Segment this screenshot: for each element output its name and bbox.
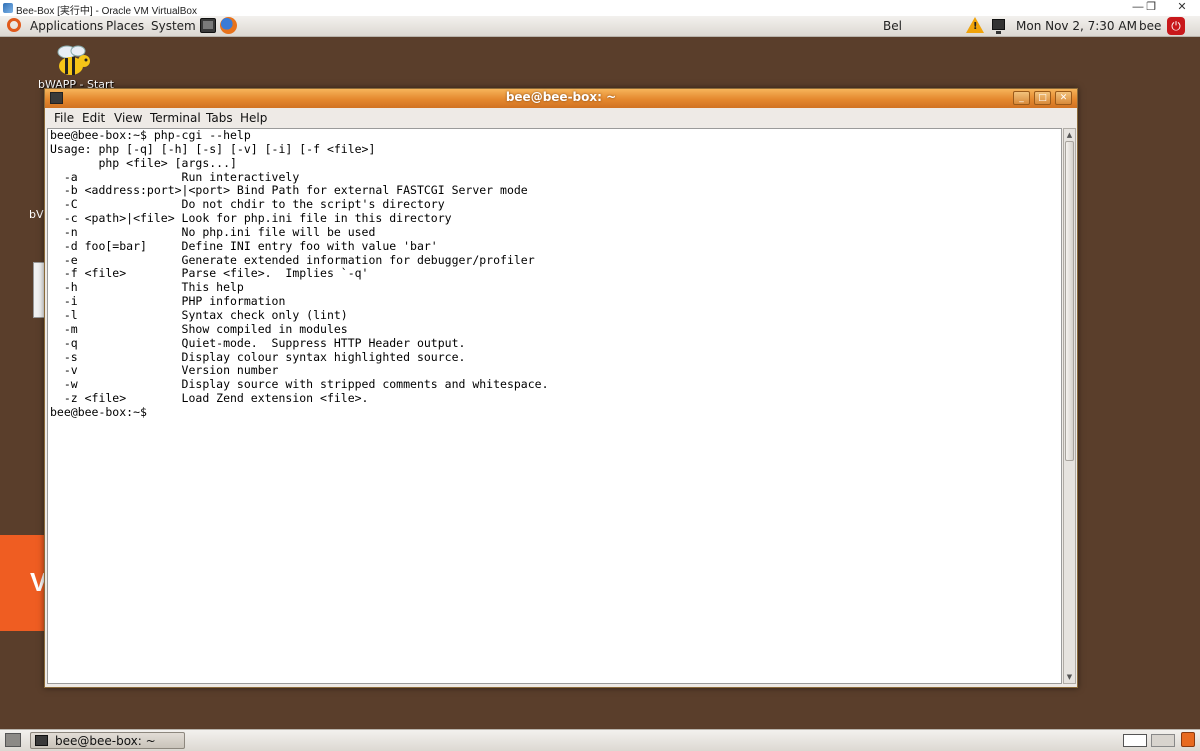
terminal-scrollbar[interactable]: ▲ ▼ — [1063, 128, 1076, 684]
menu-file[interactable]: File — [54, 111, 74, 125]
menu-tabs[interactable]: Tabs — [206, 111, 233, 125]
terminal-line: -f <file> Parse <file>. Implies `-q' — [50, 266, 369, 281]
network-icon[interactable] — [992, 19, 1005, 34]
scroll-down-arrow-icon[interactable]: ▼ — [1065, 672, 1074, 682]
warning-icon[interactable]: ! — [966, 17, 984, 33]
power-icon[interactable]: ⏻ — [1167, 17, 1185, 35]
menu-view[interactable]: View — [114, 111, 142, 125]
terminal-output: bee@bee-box:~$ php-cgi --help Usage: php … — [48, 129, 1061, 420]
terminal-icon — [35, 735, 48, 746]
terminal-line: php <file> [args...] — [50, 155, 237, 170]
terminal-line: -m Show compiled in modules — [50, 321, 348, 336]
menu-places[interactable]: Places — [106, 19, 144, 33]
terminal-line: -a Run interactively — [50, 169, 300, 184]
terminal-line: -i PHP information — [50, 294, 286, 309]
terminal-line: bee@bee-box:~$ php-cgi --help — [50, 128, 251, 142]
terminal-line: -C Do not chdir to the script's director… — [50, 197, 445, 212]
menu-edit[interactable]: Edit — [82, 111, 105, 125]
ubuntu-logo-icon[interactable] — [7, 18, 21, 32]
desktop-icon-bwapp[interactable]: bWAPP - Start — [32, 42, 114, 92]
terminal-line: -c <path>|<file> Look for php.ini file i… — [50, 211, 452, 226]
virtualbox-icon — [3, 3, 13, 13]
close-button[interactable]: ✕ — [1055, 91, 1072, 105]
desktop-icon-partial-label: bV — [29, 208, 44, 221]
terminal-title: bee@bee-box: ~ — [505, 90, 617, 104]
terminal-line: -n No php.ini file will be used — [50, 224, 376, 239]
terminal-line: -h This help — [50, 280, 244, 295]
terminal-line: -b <address:port>|<port> Bind Path for e… — [50, 183, 528, 198]
terminal-line: -d foo[=bar] Define INI entry foo with v… — [50, 238, 438, 253]
keyboard-layout-indicator[interactable]: Bel — [883, 19, 902, 33]
host-restore-button[interactable]: ❐ — [1137, 0, 1165, 16]
scroll-up-arrow-icon[interactable]: ▲ — [1065, 130, 1074, 140]
terminal-line: -z <file> Load Zend extension <file>. — [50, 391, 369, 406]
terminal-line: -l Syntax check only (lint) — [50, 307, 348, 322]
terminal-line: -w Display source with stripped comments… — [50, 377, 549, 392]
terminal-content[interactable]: bee@bee-box:~$ php-cgi --help Usage: php … — [47, 128, 1062, 684]
clock[interactable]: Mon Nov 2, 7:30 AM — [1016, 19, 1137, 33]
terminal-titlebar[interactable]: bee@bee-box: ~ _ □ ✕ — [45, 89, 1077, 108]
terminal-line: -v Version number — [50, 363, 279, 378]
menu-terminal[interactable]: Terminal — [150, 111, 201, 125]
terminal-line: Usage: php [-q] [-h] [-s] [-v] [-i] [-f … — [50, 141, 376, 156]
terminal-line: -s Display colour syntax highlighted sou… — [50, 349, 466, 364]
host-titlebar: Bee-Box [実行中] - Oracle VM VirtualBox — ❐… — [0, 0, 1200, 17]
menu-help[interactable]: Help — [240, 111, 267, 125]
taskbar-window-label: bee@bee-box: ~ — [55, 734, 156, 748]
minimize-button[interactable]: _ — [1013, 91, 1030, 105]
menu-applications[interactable]: Applications — [30, 19, 103, 33]
terminal-line: -q Quiet-mode. Suppress HTTP Header outp… — [50, 335, 466, 350]
taskbar-window-button[interactable]: bee@bee-box: ~ — [30, 732, 185, 749]
bee-icon — [57, 45, 90, 75]
bottom-panel: bee@bee-box: ~ — [0, 729, 1200, 751]
workspace-switcher-2[interactable] — [1151, 734, 1175, 747]
menu-system[interactable]: System — [151, 19, 196, 33]
terminal-window[interactable]: bee@bee-box: ~ _ □ ✕ File Edit View Term… — [44, 88, 1078, 688]
terminal-line: bee@bee-box:~$ — [50, 404, 147, 419]
host-close-button[interactable]: ✕ — [1168, 0, 1196, 16]
workspace-switcher-1[interactable] — [1123, 734, 1147, 747]
trash-icon[interactable] — [1181, 732, 1195, 747]
terminal-line: -e Generate extended information for deb… — [50, 252, 535, 267]
user-name[interactable]: bee — [1139, 19, 1161, 33]
terminal-launcher-icon[interactable] — [200, 18, 216, 33]
host-window-title: Bee-Box [実行中] - Oracle VM VirtualBox — [16, 6, 197, 17]
firefox-launcher-icon[interactable] — [220, 17, 237, 34]
show-desktop-icon[interactable] — [5, 733, 21, 747]
top-panel: Applications Places System Bel ! Mon Nov… — [0, 16, 1200, 37]
terminal-menubar: File Edit View Terminal Tabs Help — [45, 108, 1077, 128]
scrollbar-thumb[interactable] — [1065, 141, 1074, 461]
background-orange-banner: V — [0, 535, 47, 631]
maximize-button[interactable]: □ — [1034, 91, 1051, 105]
